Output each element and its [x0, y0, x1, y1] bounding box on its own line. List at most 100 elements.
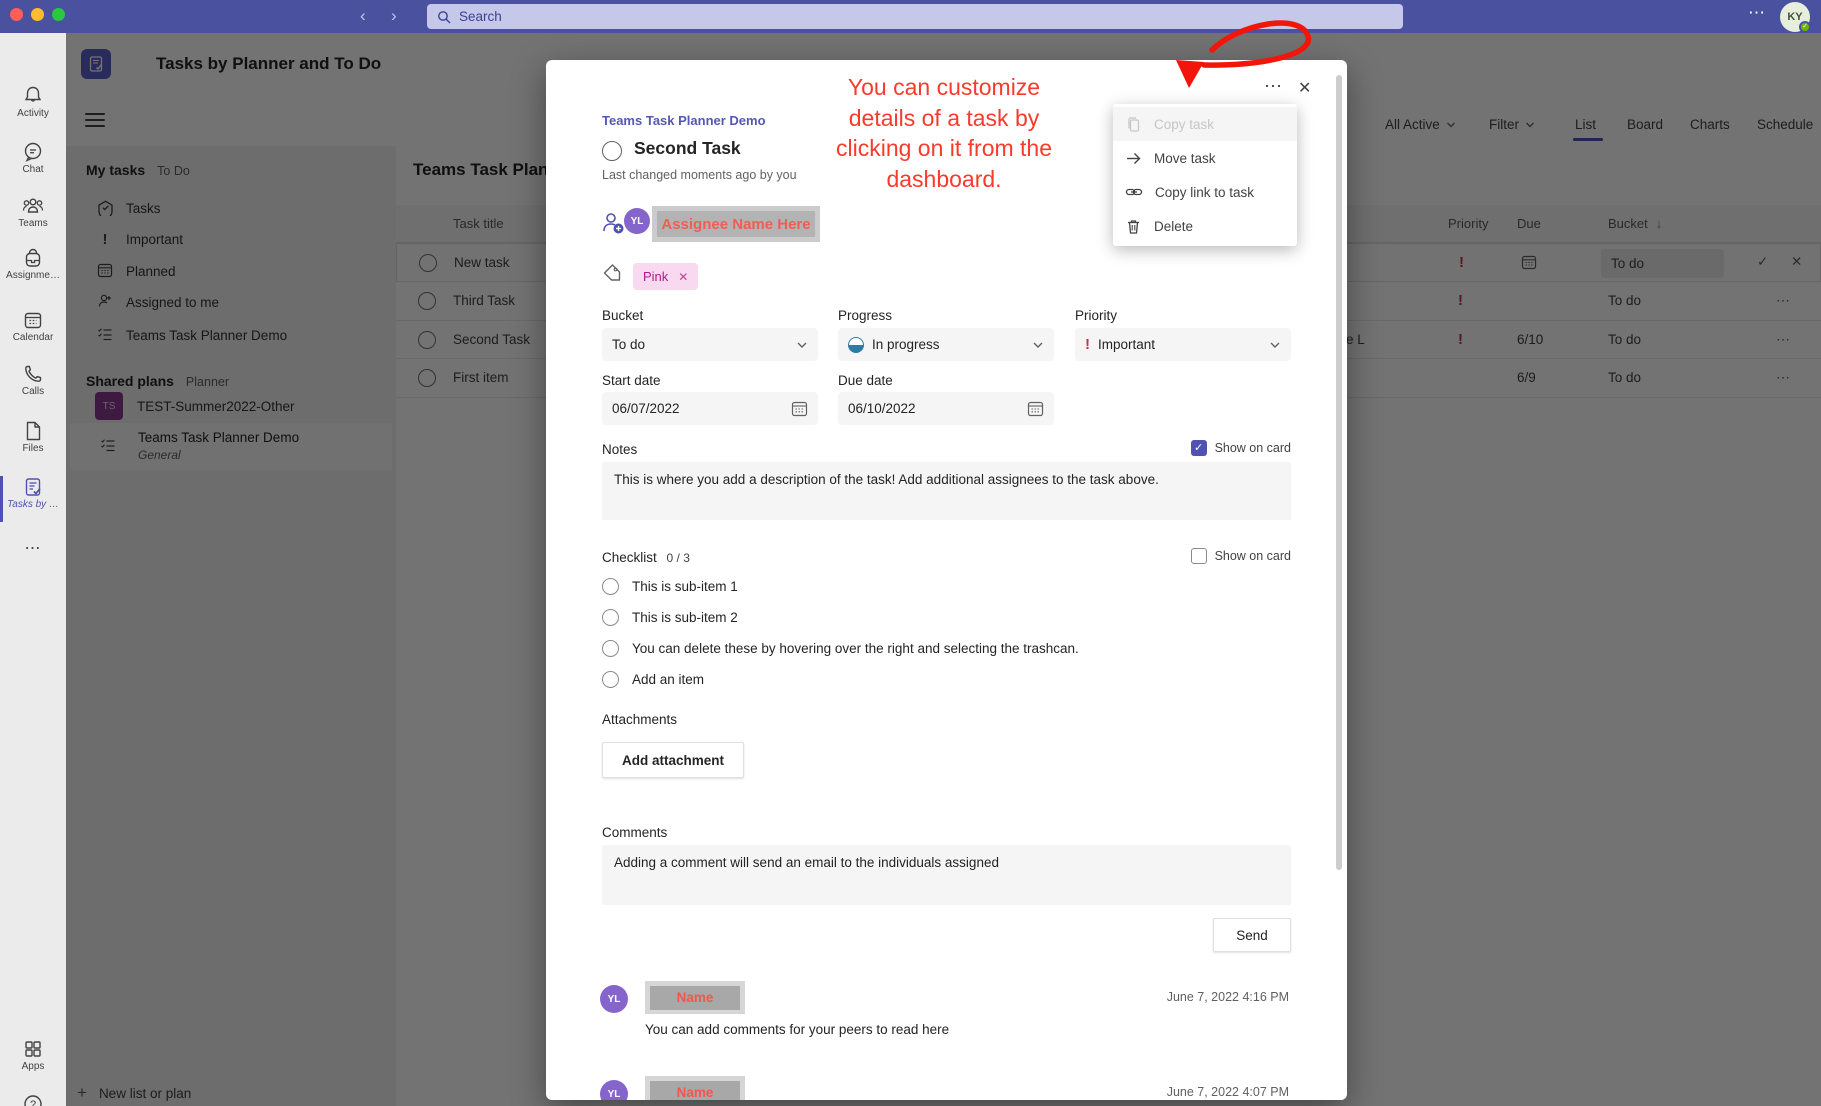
- checklist-circle[interactable]: [602, 578, 619, 595]
- rail-item-calls[interactable]: Calls: [0, 363, 66, 397]
- tag-label: Pink: [643, 269, 668, 284]
- checklist-circle: [602, 671, 619, 688]
- rail-item-help[interactable]: ? Help: [0, 1093, 66, 1106]
- checklist-item[interactable]: This is sub-item 1: [602, 578, 738, 595]
- checklist-circle[interactable]: [602, 609, 619, 626]
- comment-text: You can add comments for your peers to r…: [645, 1022, 949, 1037]
- chevron-down-icon: [796, 339, 808, 351]
- menu-item-copy-link-to-task[interactable]: Copy link to task: [1113, 175, 1297, 209]
- file-icon: [22, 420, 44, 442]
- rail-more-icon: ⋯: [0, 538, 66, 558]
- rail-more-apps[interactable]: ⋯: [0, 538, 66, 558]
- rail-item-chat[interactable]: Chat: [0, 141, 66, 175]
- checklist-add-item[interactable]: Add an item: [602, 671, 704, 688]
- menu-item-label: Delete: [1154, 219, 1193, 234]
- apps-grid-icon: [22, 1038, 44, 1060]
- link-icon: [1125, 183, 1143, 201]
- dialog-more-icon[interactable]: ⋯: [1264, 76, 1283, 97]
- priority-select[interactable]: ! Important: [1075, 328, 1291, 361]
- task-context-menu: Copy task Move task Copy link to task De…: [1113, 104, 1297, 246]
- last-changed-text: Last changed moments ago by you: [602, 168, 797, 182]
- rail-item-label: Teams: [0, 218, 66, 229]
- due-date-input[interactable]: 06/10/2022: [838, 392, 1054, 425]
- checklist-item[interactable]: You can delete these by hovering over th…: [602, 640, 1079, 657]
- start-date-value: 06/07/2022: [612, 401, 680, 416]
- forward-icon[interactable]: ›: [391, 5, 397, 27]
- phone-icon: [22, 363, 44, 385]
- arrow-right-icon: [1125, 150, 1142, 167]
- avatar-initials: YL: [631, 216, 644, 227]
- mac-zoom-button[interactable]: [52, 8, 65, 21]
- tasks-clipboard-icon: [22, 476, 44, 498]
- progress-field-label: Progress: [838, 308, 892, 323]
- start-date-input[interactable]: 06/07/2022: [602, 392, 818, 425]
- rail-item-apps[interactable]: Apps: [0, 1038, 66, 1072]
- title-bar: ‹ › Search ⋯ KY ✓: [0, 0, 1821, 33]
- assignee-avatar[interactable]: YL: [624, 208, 650, 234]
- dialog-close-icon[interactable]: ✕: [1298, 78, 1311, 98]
- assignee-redacted-name: Assignee Name Here: [657, 211, 815, 237]
- mac-close-button[interactable]: [10, 8, 23, 21]
- rail-item-label: Tasks by …: [0, 499, 66, 510]
- menu-item-delete[interactable]: Delete: [1113, 209, 1297, 243]
- avatar-initials: YL: [608, 1089, 621, 1100]
- add-assignee-icon[interactable]: [600, 210, 626, 239]
- task-title[interactable]: Second Task: [634, 138, 741, 159]
- menu-item-move-task[interactable]: Move task: [1113, 141, 1297, 175]
- rail-item-label: Chat: [0, 164, 66, 175]
- comment-input[interactable]: Adding a comment will send an email to t…: [602, 845, 1291, 905]
- bucket-select[interactable]: To do: [602, 328, 818, 361]
- tag-icon: [602, 263, 622, 286]
- rail-item-label: Activity: [0, 108, 66, 119]
- mac-minimize-button[interactable]: [31, 8, 44, 21]
- due-date-value: 06/10/2022: [848, 401, 916, 416]
- rail-item-files[interactable]: Files: [0, 420, 66, 454]
- add-attachment-label: Add attachment: [622, 753, 724, 768]
- progress-value: In progress: [872, 337, 940, 352]
- comment-avatar: YL: [600, 985, 628, 1013]
- help-icon: ?: [22, 1093, 44, 1106]
- back-icon[interactable]: ‹: [360, 5, 366, 27]
- notes-textarea[interactable]: This is where you add a description of t…: [602, 462, 1291, 520]
- add-item-label: Add an item: [632, 672, 704, 687]
- remove-tag-icon[interactable]: ✕: [678, 270, 688, 284]
- attachments-label: Attachments: [602, 712, 677, 727]
- rail-item-activity[interactable]: Activity: [0, 85, 66, 119]
- add-attachment-button[interactable]: Add attachment: [602, 742, 744, 778]
- menu-item-copy-task: Copy task: [1113, 107, 1297, 141]
- teams-app-window: ‹ › Search ⋯ KY ✓ Activity Chat Teams As…: [0, 0, 1821, 1106]
- priority-value: Important: [1098, 337, 1155, 352]
- search-placeholder: Search: [459, 9, 502, 24]
- progress-select[interactable]: In progress: [838, 328, 1054, 361]
- chat-icon: [22, 141, 44, 163]
- priority-field-label: Priority: [1075, 308, 1117, 323]
- notes-label: Notes: [602, 442, 637, 457]
- tag-pill-pink[interactable]: Pink ✕: [633, 263, 698, 290]
- backpack-icon: [22, 247, 44, 269]
- dialog-scrollbar[interactable]: [1336, 75, 1342, 870]
- presence-available-icon: ✓: [1799, 21, 1811, 33]
- comment-timestamp: June 7, 2022 4:16 PM: [1167, 990, 1289, 1004]
- rail-item-assignments[interactable]: Assignme…: [0, 247, 66, 281]
- checklist-circle[interactable]: [602, 640, 619, 657]
- checkbox-unchecked-icon[interactable]: [1191, 548, 1207, 564]
- plan-breadcrumb-link[interactable]: Teams Task Planner Demo: [602, 113, 766, 128]
- checklist-show-on-card[interactable]: Show on card: [1191, 548, 1291, 564]
- checkbox-checked-icon[interactable]: ✓: [1191, 440, 1207, 456]
- important-exclaim-icon: !: [1085, 336, 1090, 353]
- rail-item-calendar[interactable]: Calendar: [0, 309, 66, 343]
- search-input[interactable]: Search: [427, 4, 1403, 29]
- search-icon: [437, 10, 451, 24]
- titlebar-more-icon[interactable]: ⋯: [1748, 3, 1766, 23]
- complete-task-circle[interactable]: [602, 141, 622, 161]
- chevron-down-icon: [1032, 339, 1044, 351]
- chevron-down-icon: [1269, 339, 1281, 351]
- comment-name-redaction: Name: [645, 981, 745, 1014]
- checklist-item[interactable]: This is sub-item 2: [602, 609, 738, 626]
- copy-icon: [1125, 116, 1142, 133]
- rail-item-tasks-by-planner[interactable]: Tasks by …: [0, 476, 66, 510]
- notes-show-on-card[interactable]: ✓ Show on card: [1191, 440, 1291, 456]
- notes-text: This is where you add a description of t…: [614, 472, 1159, 487]
- rail-item-teams[interactable]: Teams: [0, 195, 66, 229]
- send-button[interactable]: Send: [1213, 918, 1291, 952]
